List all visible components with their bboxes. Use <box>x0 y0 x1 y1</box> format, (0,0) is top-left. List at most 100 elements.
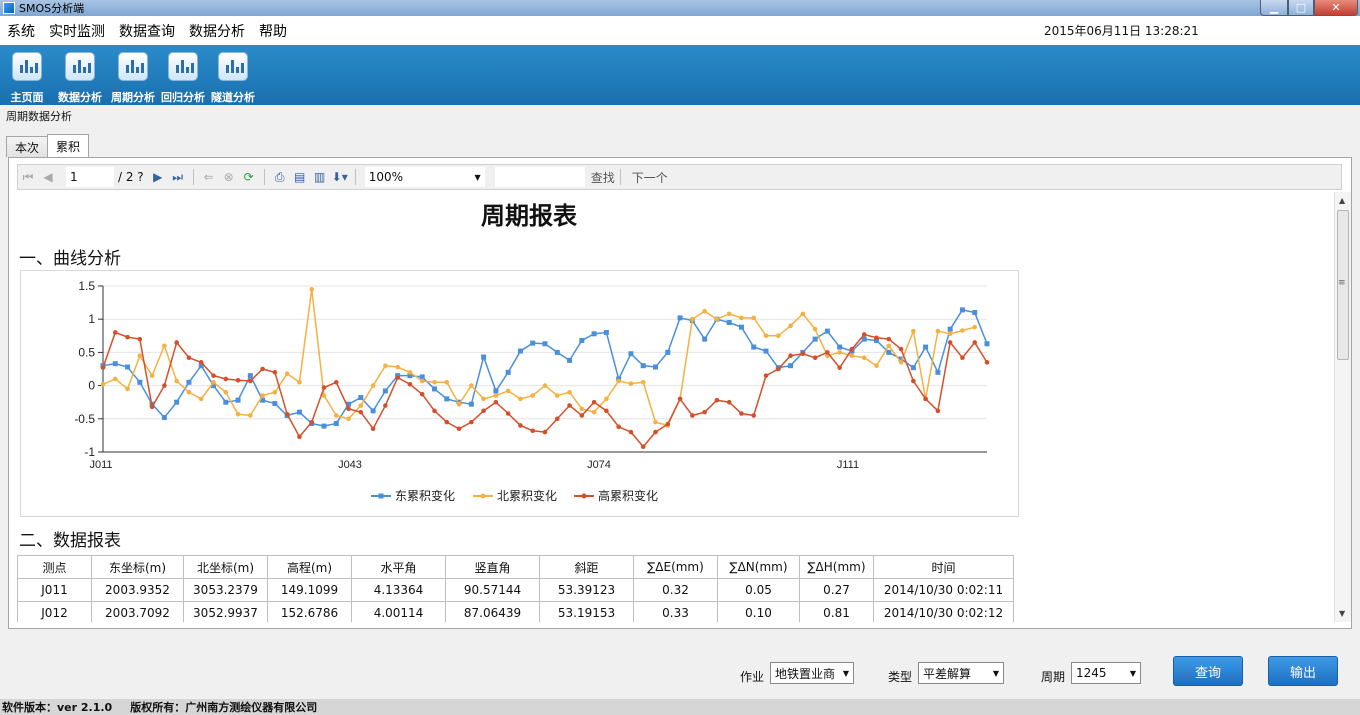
next-page-icon[interactable]: ▶ <box>150 169 166 185</box>
data-point <box>382 388 388 394</box>
tab-current[interactable]: 本次 <box>6 136 49 157</box>
data-point <box>198 360 204 365</box>
data-point <box>714 316 720 322</box>
toolbar-data-analysis-button[interactable]: 数据分析 <box>52 47 108 105</box>
table-header: 斜距 <box>539 555 634 579</box>
data-point <box>898 346 904 352</box>
export-button[interactable]: 输出 <box>1268 656 1338 686</box>
data-point <box>886 349 892 355</box>
toolbar-regression-button[interactable]: 回归分析 <box>158 47 208 105</box>
data-point <box>984 341 990 347</box>
data-point <box>702 308 707 314</box>
toolbar-home-button[interactable]: 主页面 <box>2 47 52 105</box>
data-point <box>395 364 400 370</box>
data-point <box>125 386 130 392</box>
data-point <box>112 330 118 335</box>
data-point <box>849 346 855 352</box>
table-cell: J012 <box>17 601 92 622</box>
data-point <box>505 411 511 416</box>
menu-help[interactable]: 帮助 <box>252 21 294 41</box>
menu-analysis[interactable]: 数据分析 <box>182 21 252 41</box>
data-point <box>223 389 229 395</box>
menu-realtime[interactable]: 实时监测 <box>42 21 112 41</box>
data-point <box>591 399 597 405</box>
chart-icon <box>12 52 42 81</box>
chart-icon <box>118 52 148 81</box>
data-point <box>112 361 118 367</box>
data-point <box>714 397 720 403</box>
data-point <box>935 328 941 334</box>
tab-cumulative[interactable]: 累积 <box>47 134 90 157</box>
table-header: 测点 <box>17 555 92 579</box>
period-value: 1245 <box>1076 666 1107 680</box>
type-value: 平差解算 <box>923 666 972 681</box>
print-icon[interactable]: ⎙ <box>272 169 288 185</box>
toolbar-period-analysis-button[interactable]: 周期分析 <box>108 47 158 105</box>
stop-icon[interactable]: ⊗ <box>221 169 237 185</box>
data-point <box>223 376 229 382</box>
minimize-button[interactable]: ▁ <box>1260 0 1288 16</box>
toolbar-tunnel-button[interactable]: 隧道分析 <box>208 47 258 105</box>
export-icon[interactable]: ⬇▾ <box>332 169 348 185</box>
data-point <box>923 344 929 350</box>
menu-query[interactable]: 数据查询 <box>112 21 182 41</box>
data-point <box>432 386 437 392</box>
data-point <box>947 331 953 337</box>
job-select[interactable]: 地铁置业商 ▼ <box>770 662 854 684</box>
toolbar-button-label: 回归分析 <box>161 91 205 104</box>
close-button[interactable]: ✕ <box>1314 0 1358 16</box>
table-cell: 0.81 <box>799 601 874 622</box>
data-point <box>824 328 830 334</box>
print-layout-icon[interactable]: ▤ <box>292 169 308 185</box>
data-point <box>444 419 450 425</box>
data-point <box>444 379 450 385</box>
report-title: 周期报表 <box>481 201 577 230</box>
data-point <box>211 379 216 385</box>
data-point <box>481 408 486 414</box>
copyright-text: 版权所有：广州南方测绘仪器有限公司 <box>130 701 318 714</box>
data-point <box>505 388 511 394</box>
data-point <box>481 396 486 402</box>
scroll-down-icon[interactable]: ▼ <box>1339 609 1345 618</box>
data-point <box>162 343 167 349</box>
data-point <box>788 363 794 369</box>
data-point <box>751 315 757 321</box>
data-point <box>260 393 265 398</box>
data-point <box>726 311 732 317</box>
page-number-input[interactable]: 1 <box>66 167 114 187</box>
data-point <box>247 373 253 379</box>
page-setup-icon[interactable]: ▥ <box>312 169 328 185</box>
window-title: SMOS分析端 <box>19 2 85 15</box>
menu-system[interactable]: 系统 <box>0 21 42 41</box>
scroll-up-icon[interactable]: ▲ <box>1339 196 1345 205</box>
refresh-icon[interactable]: ⟳ <box>241 169 257 185</box>
data-point <box>739 315 744 321</box>
data-point <box>530 428 536 434</box>
data-point <box>775 333 781 339</box>
chart-frame: -1 -0.5 0 0.5 1 1.5 J011 J043 J074 J111 东累积变化 北累积变化… <box>20 270 1019 517</box>
table-header: 高程(m) <box>267 555 352 579</box>
find-button[interactable]: 查找 <box>591 169 615 186</box>
data-point <box>972 324 978 330</box>
maximize-button[interactable]: □ <box>1288 0 1314 16</box>
period-select[interactable]: 1245 ▼ <box>1071 662 1141 684</box>
table-row: J011 2003.9352 3053.2379 149.1099 4.1336… <box>17 578 1014 602</box>
type-select[interactable]: 平差解算 ▼ <box>918 662 1004 684</box>
data-point <box>530 393 536 398</box>
prev-page-icon[interactable]: ◀ <box>40 169 56 185</box>
query-button[interactable]: 查询 <box>1173 656 1243 686</box>
table-header: ∑ΔN(mm) <box>717 555 800 579</box>
chart-icon <box>218 52 248 81</box>
data-point <box>284 371 290 376</box>
legend-label: 东累积变化 <box>395 488 455 503</box>
last-page-icon[interactable]: ⏭ <box>170 169 186 185</box>
table-header: ∑ΔH(mm) <box>799 555 874 579</box>
vertical-scrollbar[interactable]: ▲ ≡ ▼ <box>1334 192 1351 622</box>
find-next-button[interactable]: 下一个 <box>632 169 668 186</box>
data-point <box>174 340 179 345</box>
zoom-select[interactable]: 100% ▼ <box>364 167 485 187</box>
back-icon[interactable]: ⇐ <box>201 169 217 185</box>
first-page-icon[interactable]: ⏮ <box>20 169 36 185</box>
table-cell: 149.1099 <box>267 578 352 602</box>
find-input[interactable] <box>494 167 585 187</box>
